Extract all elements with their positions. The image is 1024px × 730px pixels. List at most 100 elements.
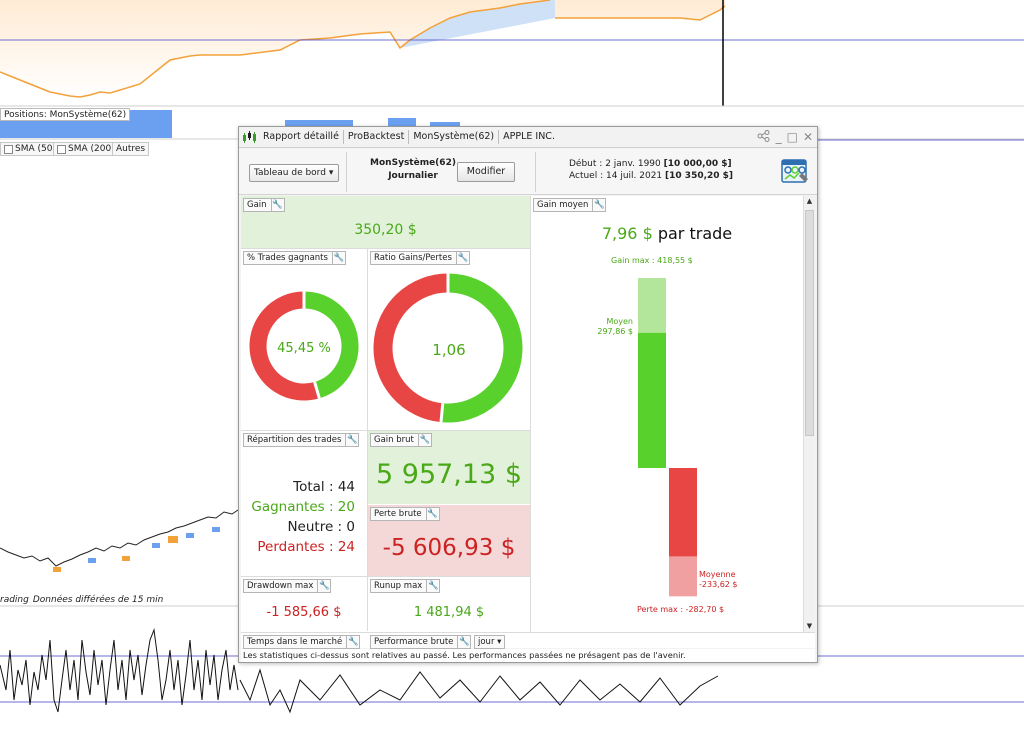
card-title: Drawdown max	[247, 581, 314, 591]
runup-header[interactable]: Runup max 🔧	[370, 579, 441, 593]
avg-gain-bars	[638, 278, 697, 597]
report-toolbar: Tableau de bord ▾ MonSystème(62) Journal…	[239, 149, 817, 195]
toolbar-divider	[535, 152, 536, 192]
avg-loss-label-block: Moyenne -233,62 $	[699, 570, 738, 590]
minimize-icon[interactable]: _	[776, 131, 782, 143]
candlestick-icon	[239, 127, 259, 147]
gross-loss-card: Perte brute 🔧 -5 606,93 $	[368, 505, 530, 576]
delay-text: Données différées de 15 min	[32, 595, 164, 605]
card-title: Ratio Gains/Pertes	[374, 253, 452, 263]
distribution-header[interactable]: Répartition des trades 🔧	[243, 433, 360, 447]
positions-label: Positions: MonSystème(62)	[0, 108, 131, 121]
scroll-up-icon[interactable]: ▲	[804, 196, 815, 207]
start-range: Début : 2 janv. 1990 [10 000,00 $]	[569, 159, 732, 169]
checkbox-icon[interactable]	[57, 144, 66, 154]
scroll-down-icon[interactable]: ▼	[804, 621, 815, 632]
dashboard-select-value: Tableau de bord	[254, 168, 326, 178]
wrench-icon[interactable]: 🔧	[425, 508, 439, 520]
market-time-header[interactable]: Temps dans le marché 🔧	[243, 635, 361, 649]
indicator-sma50-toggle[interactable]: SMA (50)	[0, 142, 60, 156]
losing-trades: Perdantes : 24	[257, 539, 355, 555]
title-report: Rapport détaillé	[259, 130, 344, 144]
neutral-trades: Neutre : 0	[287, 519, 355, 535]
avg-win-bar	[638, 332, 666, 468]
drawdown-header[interactable]: Drawdown max 🔧	[243, 579, 332, 593]
wrench-icon[interactable]: 🔧	[426, 580, 439, 592]
win-rate-header[interactable]: % Trades gagnants 🔧	[243, 251, 346, 265]
wrench-icon[interactable]: 🔧	[331, 252, 345, 264]
card-title: Gain	[247, 200, 267, 210]
title-system: MonSystème(62)	[409, 130, 500, 144]
card-title: Répartition des trades	[247, 435, 342, 445]
start-date: 2 janv. 1990	[605, 159, 661, 169]
gross-loss-header[interactable]: Perte brute 🔧	[370, 507, 440, 521]
card-title: Gain brut	[374, 435, 414, 445]
gain-card: Gain 🔧 350,20 $	[241, 196, 530, 248]
gross-loss-value: -5 606,93 $	[382, 535, 516, 561]
bottom-card-row: Temps dans le marché 🔧 Performance brute 🔧…	[241, 632, 815, 649]
modify-button[interactable]: Modifier	[457, 162, 515, 182]
win-rate-value: 45,45 %	[277, 341, 331, 356]
close-icon[interactable]: ✕	[803, 131, 813, 143]
card-title: Performance brute	[374, 637, 454, 647]
window-titlebar[interactable]: Rapport détaillé ProBacktest MonSystème(…	[239, 127, 817, 148]
wrench-icon[interactable]: 🔧	[417, 434, 431, 446]
card-title: Perte brute	[374, 509, 422, 519]
gross-gain-header[interactable]: Gain brut 🔧	[370, 433, 432, 447]
detailed-report-window: Rapport détaillé ProBacktest MonSystème(…	[238, 126, 818, 663]
checkbox-icon[interactable]	[4, 144, 13, 154]
period-select-value: jour	[478, 637, 495, 647]
indicator-sma200-toggle[interactable]: SMA (200)	[53, 142, 119, 156]
total-trades: Total : 44	[293, 479, 355, 495]
current-capital: [10 350,20 $]	[665, 171, 734, 181]
oscillator-line-2	[239, 668, 719, 714]
indicator-label: Autres	[116, 144, 146, 154]
avg-loss-value: -233,62 $	[699, 580, 738, 589]
avg-loss-bar	[669, 468, 697, 557]
equity-area	[0, 0, 725, 97]
wrench-icon[interactable]: 🔧	[346, 636, 359, 648]
status-text: rading	[0, 595, 29, 605]
oscillator-line	[0, 628, 239, 713]
system-name: MonSystème(62)	[370, 158, 456, 168]
avg-loss-label: Moyenne	[699, 570, 736, 579]
distribution-card: Répartition des trades 🔧 Total : 44 Gagna…	[241, 431, 367, 576]
current-date: 14 juil. 2021	[606, 171, 663, 181]
gross-gain-value: 5 957,13 $	[376, 459, 522, 490]
max-gain-bar	[638, 278, 666, 333]
period-select[interactable]: jour ▾	[474, 635, 506, 649]
disclaimer-text: Les statistiques ci-dessus sont relative…	[241, 649, 815, 662]
ratio-header[interactable]: Ratio Gains/Pertes 🔧	[370, 251, 470, 265]
gross-performance-header[interactable]: Performance brute 🔧	[370, 635, 472, 649]
content-scrollbar[interactable]: ▲ ▼	[803, 196, 815, 632]
max-loss-bar	[669, 556, 697, 597]
wrench-icon[interactable]: 🔧	[457, 636, 470, 648]
ratio-segment-gap	[439, 403, 445, 423]
indicator-other-button[interactable]: Autres	[112, 142, 150, 156]
toolbar-divider	[346, 152, 347, 192]
current-range: Actuel : 14 juil. 2021 [10 350,20 $]	[569, 171, 733, 181]
maximize-icon[interactable]: □	[787, 131, 798, 143]
chevron-down-icon: ▾	[497, 637, 502, 647]
title-instrument: APPLE INC.	[503, 131, 555, 142]
scroll-thumb[interactable]	[805, 210, 814, 436]
price-line	[0, 509, 239, 567]
wrench-icon[interactable]: 🔧	[317, 580, 330, 592]
start-capital: [10 000,00 $]	[663, 159, 732, 169]
data-delay-label: rading Données différées de 15 min	[0, 595, 163, 605]
gain-header[interactable]: Gain 🔧	[243, 198, 285, 212]
chevron-down-icon: ▾	[328, 168, 334, 178]
window-controls: _ □ ✕	[757, 130, 817, 144]
title-probacktest: ProBacktest	[344, 130, 410, 144]
trade-markers	[53, 527, 220, 572]
report-content: Gain 🔧 350,20 $ % Trades gagnants 🔧 45,45 …	[241, 196, 803, 632]
share-icon[interactable]	[757, 130, 771, 144]
wrench-icon[interactable]: 🔧	[455, 252, 469, 264]
wrench-icon[interactable]: 🔧	[270, 199, 284, 211]
dashboard-select[interactable]: Tableau de bord ▾	[249, 164, 339, 182]
max-loss-label: Perte max : -282,70 $	[637, 605, 725, 614]
win-rate-card: % Trades gagnants 🔧 45,45 %	[241, 249, 367, 431]
wrench-icon[interactable]: 🔧	[345, 434, 358, 446]
card-title: % Trades gagnants	[247, 253, 328, 263]
dashboard-report-icon[interactable]	[781, 158, 809, 186]
